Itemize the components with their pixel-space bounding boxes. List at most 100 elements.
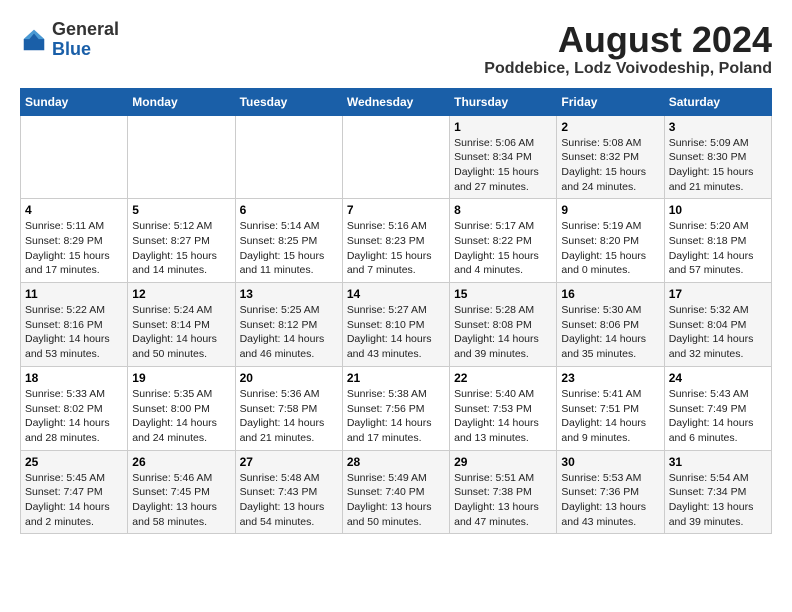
weekday-header-row: SundayMondayTuesdayWednesdayThursdayFrid…: [21, 88, 772, 115]
calendar-cell: 31 Sunrise: 5:54 AM Sunset: 7:34 PM Dayli…: [664, 450, 771, 534]
day-content: Sunrise: 5:51 AM Sunset: 7:38 PM Dayligh…: [454, 471, 552, 530]
day-number: 3: [669, 120, 767, 134]
day-content: Sunrise: 5:20 AM Sunset: 8:18 PM Dayligh…: [669, 219, 767, 278]
day-content: Sunrise: 5:06 AM Sunset: 8:34 PM Dayligh…: [454, 136, 552, 195]
week-row-3: 11 Sunrise: 5:22 AM Sunset: 8:16 PM Dayli…: [21, 283, 772, 367]
calendar-cell: 13Sunrise: 5:25 AM Sunset: 8:12 PM Dayli…: [235, 283, 342, 367]
day-number: 12: [132, 287, 230, 301]
calendar-cell: [342, 115, 449, 199]
logo-general: General: [52, 19, 119, 39]
calendar-cell: 21 Sunrise: 5:38 AM Sunset: 7:56 PM Dayli…: [342, 366, 449, 450]
calendar-cell: 19Sunrise: 5:35 AM Sunset: 8:00 PM Dayli…: [128, 366, 235, 450]
calendar-cell: [21, 115, 128, 199]
calendar-cell: 10 Sunrise: 5:20 AM Sunset: 8:18 PM Dayli…: [664, 199, 771, 283]
day-content: Sunrise: 5:16 AM Sunset: 8:23 PM Dayligh…: [347, 219, 445, 278]
day-number: 14: [347, 287, 445, 301]
day-number: 5: [132, 203, 230, 217]
day-content: Sunrise: 5:27 AM Sunset: 8:10 PM Dayligh…: [347, 303, 445, 362]
calendar-cell: 23 Sunrise: 5:41 AM Sunset: 7:51 PM Dayli…: [557, 366, 664, 450]
calendar-cell: 7 Sunrise: 5:16 AM Sunset: 8:23 PM Daylig…: [342, 199, 449, 283]
day-content: Sunrise: 5:38 AM Sunset: 7:56 PM Dayligh…: [347, 387, 445, 446]
weekday-header-sunday: Sunday: [21, 88, 128, 115]
location: Poddebice, Lodz Voivodeship, Poland: [484, 60, 772, 78]
calendar-table: SundayMondayTuesdayWednesdayThursdayFrid…: [20, 88, 772, 535]
day-content: Sunrise: 5:12 AM Sunset: 8:27 PM Dayligh…: [132, 219, 230, 278]
day-content: Sunrise: 5:46 AM Sunset: 7:45 PM Dayligh…: [132, 471, 230, 530]
day-content: Sunrise: 5:30 AM Sunset: 8:06 PM Dayligh…: [561, 303, 659, 362]
calendar-body: 1 Sunrise: 5:06 AM Sunset: 8:34 PM Daylig…: [21, 115, 772, 534]
logo: General Blue: [20, 20, 119, 60]
calendar-cell: 2Sunrise: 5:08 AM Sunset: 8:32 PM Daylig…: [557, 115, 664, 199]
calendar-cell: 26 Sunrise: 5:46 AM Sunset: 7:45 PM Dayli…: [128, 450, 235, 534]
calendar-cell: 18Sunrise: 5:33 AM Sunset: 8:02 PM Dayli…: [21, 366, 128, 450]
day-content: Sunrise: 5:22 AM Sunset: 8:16 PM Dayligh…: [25, 303, 123, 362]
day-number: 6: [240, 203, 338, 217]
calendar-cell: 1 Sunrise: 5:06 AM Sunset: 8:34 PM Daylig…: [450, 115, 557, 199]
calendar-cell: 28 Sunrise: 5:49 AM Sunset: 7:40 PM Dayli…: [342, 450, 449, 534]
header: General Blue August 2024 Poddebice, Lodz…: [20, 20, 772, 78]
logo-blue: Blue: [52, 39, 91, 59]
day-number: 29: [454, 455, 552, 469]
week-row-1: 1 Sunrise: 5:06 AM Sunset: 8:34 PM Daylig…: [21, 115, 772, 199]
calendar-cell: 6Sunrise: 5:14 AM Sunset: 8:25 PM Daylig…: [235, 199, 342, 283]
title-area: August 2024 Poddebice, Lodz Voivodeship,…: [484, 20, 772, 78]
day-number: 4: [25, 203, 123, 217]
day-number: 1: [454, 120, 552, 134]
day-content: Sunrise: 5:25 AM Sunset: 8:12 PM Dayligh…: [240, 303, 338, 362]
day-number: 22: [454, 371, 552, 385]
day-number: 26: [132, 455, 230, 469]
logo-icon: [20, 26, 48, 54]
day-number: 20: [240, 371, 338, 385]
day-content: Sunrise: 5:35 AM Sunset: 8:00 PM Dayligh…: [132, 387, 230, 446]
calendar-cell: 30 Sunrise: 5:53 AM Sunset: 7:36 PM Dayli…: [557, 450, 664, 534]
calendar-cell: 4 Sunrise: 5:11 AM Sunset: 8:29 PM Daylig…: [21, 199, 128, 283]
day-number: 17: [669, 287, 767, 301]
calendar-cell: [235, 115, 342, 199]
day-number: 10: [669, 203, 767, 217]
calendar-cell: 14 Sunrise: 5:27 AM Sunset: 8:10 PM Dayli…: [342, 283, 449, 367]
day-number: 30: [561, 455, 659, 469]
calendar-cell: 11 Sunrise: 5:22 AM Sunset: 8:16 PM Dayli…: [21, 283, 128, 367]
day-content: Sunrise: 5:11 AM Sunset: 8:29 PM Dayligh…: [25, 219, 123, 278]
calendar-header: SundayMondayTuesdayWednesdayThursdayFrid…: [21, 88, 772, 115]
week-row-5: 25 Sunrise: 5:45 AM Sunset: 7:47 PM Dayli…: [21, 450, 772, 534]
day-content: Sunrise: 5:36 AM Sunset: 7:58 PM Dayligh…: [240, 387, 338, 446]
day-number: 16: [561, 287, 659, 301]
day-content: Sunrise: 5:54 AM Sunset: 7:34 PM Dayligh…: [669, 471, 767, 530]
weekday-header-monday: Monday: [128, 88, 235, 115]
calendar-cell: [128, 115, 235, 199]
day-number: 8: [454, 203, 552, 217]
calendar-cell: 25 Sunrise: 5:45 AM Sunset: 7:47 PM Dayli…: [21, 450, 128, 534]
calendar-cell: 8Sunrise: 5:17 AM Sunset: 8:22 PM Daylig…: [450, 199, 557, 283]
weekday-header-wednesday: Wednesday: [342, 88, 449, 115]
day-content: Sunrise: 5:45 AM Sunset: 7:47 PM Dayligh…: [25, 471, 123, 530]
weekday-header-tuesday: Tuesday: [235, 88, 342, 115]
calendar-cell: 24 Sunrise: 5:43 AM Sunset: 7:49 PM Dayli…: [664, 366, 771, 450]
week-row-4: 18Sunrise: 5:33 AM Sunset: 8:02 PM Dayli…: [21, 366, 772, 450]
day-number: 24: [669, 371, 767, 385]
day-content: Sunrise: 5:41 AM Sunset: 7:51 PM Dayligh…: [561, 387, 659, 446]
day-number: 31: [669, 455, 767, 469]
day-content: Sunrise: 5:49 AM Sunset: 7:40 PM Dayligh…: [347, 471, 445, 530]
day-content: Sunrise: 5:24 AM Sunset: 8:14 PM Dayligh…: [132, 303, 230, 362]
day-content: Sunrise: 5:53 AM Sunset: 7:36 PM Dayligh…: [561, 471, 659, 530]
day-content: Sunrise: 5:48 AM Sunset: 7:43 PM Dayligh…: [240, 471, 338, 530]
calendar-cell: 20 Sunrise: 5:36 AM Sunset: 7:58 PM Dayli…: [235, 366, 342, 450]
day-content: Sunrise: 5:08 AM Sunset: 8:32 PM Dayligh…: [561, 136, 659, 195]
day-number: 25: [25, 455, 123, 469]
day-number: 11: [25, 287, 123, 301]
month-year: August 2024: [484, 20, 772, 60]
day-number: 9: [561, 203, 659, 217]
day-number: 27: [240, 455, 338, 469]
day-content: Sunrise: 5:43 AM Sunset: 7:49 PM Dayligh…: [669, 387, 767, 446]
day-number: 23: [561, 371, 659, 385]
day-content: Sunrise: 5:09 AM Sunset: 8:30 PM Dayligh…: [669, 136, 767, 195]
calendar-cell: 29 Sunrise: 5:51 AM Sunset: 7:38 PM Dayli…: [450, 450, 557, 534]
day-content: Sunrise: 5:32 AM Sunset: 8:04 PM Dayligh…: [669, 303, 767, 362]
weekday-header-saturday: Saturday: [664, 88, 771, 115]
day-number: 21: [347, 371, 445, 385]
day-number: 28: [347, 455, 445, 469]
day-number: 7: [347, 203, 445, 217]
calendar-cell: 17 Sunrise: 5:32 AM Sunset: 8:04 PM Dayli…: [664, 283, 771, 367]
day-number: 18: [25, 371, 123, 385]
